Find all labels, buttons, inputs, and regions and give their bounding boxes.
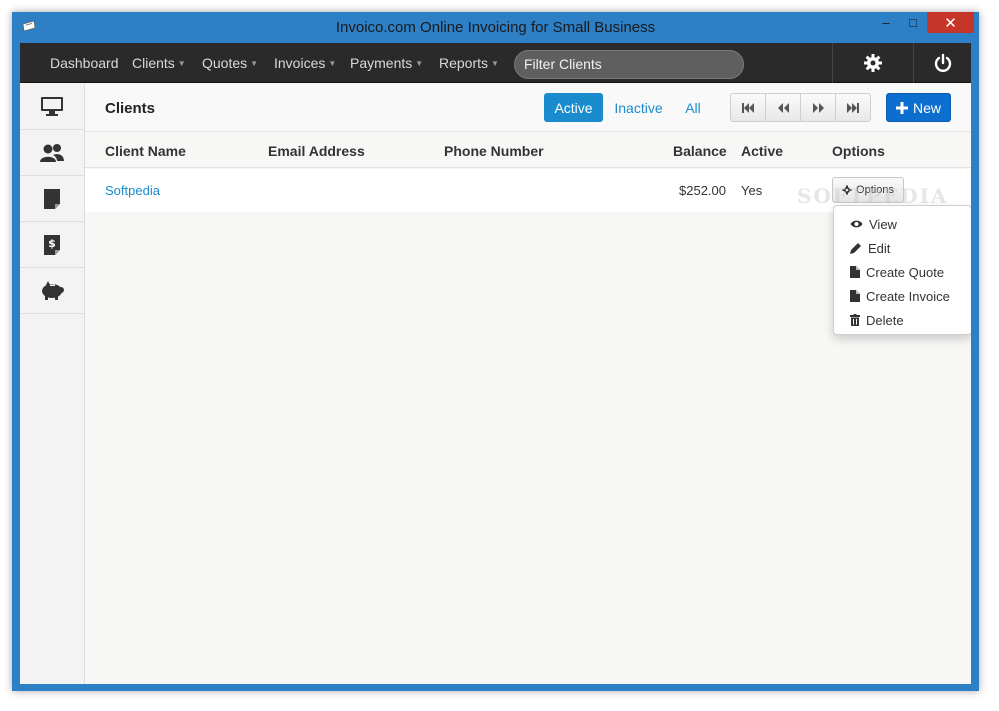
- nav-dashboard[interactable]: Dashboard: [50, 55, 119, 71]
- menu-item-create-invoice[interactable]: Create Invoice: [834, 284, 971, 308]
- nav-clients[interactable]: Clients ▼: [132, 55, 186, 71]
- filter-all-button[interactable]: All: [674, 93, 712, 122]
- nav-quotes-label: Quotes: [202, 55, 248, 71]
- trash-icon: [850, 314, 860, 326]
- document-icon: [850, 266, 860, 278]
- gear-icon: [864, 54, 882, 72]
- clients-toolbar: Clients Active Inactive All New: [85, 84, 971, 132]
- monitor-icon: [41, 96, 63, 116]
- column-email-address[interactable]: Email Address: [268, 143, 365, 159]
- nav-invoices-label: Invoices: [274, 55, 326, 71]
- next-page-icon: [812, 102, 824, 113]
- column-phone-number[interactable]: Phone Number: [444, 143, 544, 159]
- title-bar[interactable]: Invoico.com Online Invoicing for Small B…: [12, 12, 979, 43]
- invoice-dollar-icon: $: [44, 234, 60, 255]
- menu-item-label: Edit: [868, 240, 891, 256]
- menu-item-label: Create Invoice: [866, 288, 950, 304]
- last-page-icon: [847, 102, 859, 113]
- nav-payments[interactable]: Payments ▼: [350, 55, 423, 71]
- menu-item-edit[interactable]: Edit: [834, 236, 971, 260]
- menu-item-label: View: [869, 216, 897, 232]
- maximize-button[interactable]: □: [902, 12, 924, 33]
- new-client-button[interactable]: New: [886, 93, 951, 122]
- column-balance[interactable]: Balance: [673, 143, 727, 159]
- quote-document-icon: [44, 188, 60, 209]
- menu-item-label: Create Quote: [866, 264, 945, 280]
- first-page-icon: [742, 102, 754, 113]
- first-page-button[interactable]: [731, 94, 766, 121]
- menu-item-delete[interactable]: Delete: [834, 308, 971, 332]
- sidebar-item-quotes[interactable]: [20, 176, 84, 222]
- nav-invoices[interactable]: Invoices ▼: [274, 55, 336, 71]
- caret-down-icon: ▼: [328, 59, 337, 68]
- plus-icon: [895, 101, 908, 114]
- caret-down-icon: ▼: [177, 59, 186, 68]
- caret-down-icon: ▼: [491, 59, 499, 68]
- column-options: Options: [832, 143, 885, 159]
- users-icon: [40, 143, 64, 162]
- column-client-name[interactable]: Client Name: [105, 143, 186, 159]
- pencil-icon: [850, 243, 861, 254]
- filter-active-button[interactable]: Active: [544, 93, 603, 122]
- nav-reports-label: Reports: [439, 55, 489, 71]
- sidebar-item-invoices[interactable]: $: [20, 222, 84, 268]
- page-title: Clients: [105, 100, 156, 117]
- window-title: Invoico.com Online Invoicing for Small B…: [335, 19, 656, 36]
- last-page-button[interactable]: [836, 94, 870, 121]
- minimize-button[interactable]: –: [876, 12, 896, 33]
- client-active-status: Yes: [741, 183, 763, 198]
- sidebar-item-dashboard[interactable]: [20, 84, 84, 130]
- nav-clients-label: Clients: [132, 55, 175, 71]
- app-window: Invoico.com Online Invoicing for Small B…: [12, 12, 979, 691]
- caret-down-icon: ▼: [250, 59, 259, 68]
- menu-item-view[interactable]: View: [834, 212, 971, 236]
- settings-button[interactable]: [833, 43, 913, 83]
- app-content: Dashboard Clients ▼ Quotes ▼ Invoices ▼ Pay…: [20, 43, 971, 684]
- column-active[interactable]: Active: [741, 143, 783, 159]
- eye-icon: [850, 220, 863, 228]
- filter-clients-input[interactable]: Filter Clients: [514, 50, 744, 79]
- client-balance: $252.00: [679, 183, 726, 198]
- top-navbar: Dashboard Clients ▼ Quotes ▼ Invoices ▼ Pay…: [20, 43, 971, 83]
- sidebar-item-clients[interactable]: [20, 130, 84, 176]
- nav-dashboard-label: Dashboard: [50, 55, 119, 71]
- sidebar: $: [20, 84, 85, 684]
- main-panel: Clients Active Inactive All New Client N…: [85, 84, 971, 684]
- nav-reports[interactable]: Reports ▼: [439, 55, 499, 71]
- next-page-button[interactable]: [801, 94, 836, 121]
- caret-down-icon: ▼: [415, 59, 424, 68]
- previous-page-button[interactable]: [766, 94, 801, 121]
- nav-payments-label: Payments: [350, 55, 413, 71]
- previous-page-icon: [777, 102, 789, 113]
- filter-inactive-button[interactable]: Inactive: [609, 93, 668, 122]
- client-name-link[interactable]: Softpedia: [105, 183, 160, 198]
- new-button-label: New: [912, 99, 941, 116]
- options-dropdown-menu: View Edit Create Quote Create Invoice De…: [833, 205, 971, 335]
- menu-item-create-quote[interactable]: Create Quote: [834, 260, 971, 284]
- pagination: [730, 93, 871, 122]
- sidebar-item-payments[interactable]: [20, 268, 84, 314]
- nav-quotes[interactable]: Quotes ▼: [202, 55, 258, 71]
- menu-item-label: Delete: [866, 312, 904, 328]
- power-icon: [934, 53, 951, 72]
- logout-button[interactable]: [914, 43, 971, 83]
- table-header: Client Name Email Address Phone Number B…: [85, 133, 971, 168]
- document-icon: [850, 290, 860, 302]
- piggy-bank-icon: [42, 280, 64, 300]
- svg-text:$: $: [48, 237, 56, 250]
- close-button[interactable]: ✕: [927, 12, 974, 33]
